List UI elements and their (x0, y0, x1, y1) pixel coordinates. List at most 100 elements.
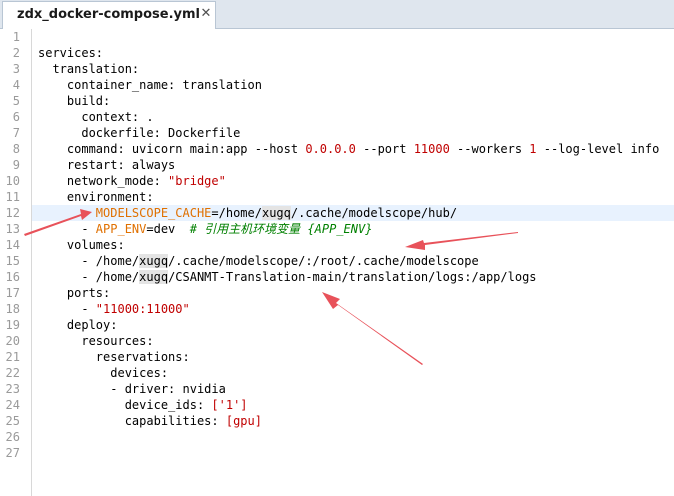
line-number: 24 (5, 398, 20, 412)
code-line[interactable]: translation: (38, 61, 139, 77)
code-token: restart: always (38, 158, 176, 172)
code-line[interactable]: - APP_ENV=dev # 引用主机环境变量 {APP_ENV} (38, 221, 372, 237)
code-token: 0.0.0.0 (305, 142, 356, 156)
code-token: /CSANMT-Translation-main/translation/log… (168, 270, 537, 284)
code-token: device_ids: (38, 398, 212, 412)
code-line[interactable]: device_ids: ['1'] (38, 397, 248, 413)
line-number: 2 (12, 46, 20, 60)
close-icon[interactable]: ✕ (199, 7, 213, 21)
code-token: "bridge" (168, 174, 226, 188)
code-line[interactable]: container_name: translation (38, 77, 262, 93)
line-number: 18 (5, 302, 20, 316)
code-token: # 引用主机环境变量 {APP_ENV} (189, 222, 373, 236)
line-number-gutter: 1 2 3 4 5 6 7 8 9 10 11 12 13 14 15 16 17 18 19 20 21 22 23 24 2… (0, 29, 32, 496)
code-token: xugq (261, 206, 291, 220)
code-line[interactable]: context: . (38, 109, 154, 125)
line-number: 12 (5, 206, 20, 220)
code-token: build: (38, 94, 111, 108)
code-token: xugq (139, 254, 169, 268)
code-line[interactable]: reservations: (38, 349, 190, 365)
code-token: - /home/ (38, 254, 140, 268)
code-line[interactable]: volumes: (38, 237, 125, 253)
code-token: ports: (38, 286, 111, 300)
code-line[interactable]: restart: always (38, 157, 175, 173)
code-token: --port (355, 142, 414, 156)
line-number: 21 (5, 350, 20, 364)
file-tab-label: zdx_docker-compose.yml (17, 7, 201, 22)
code-line[interactable]: resources: (38, 333, 154, 349)
line-number: 22 (5, 366, 20, 380)
code-line[interactable]: deploy: (38, 317, 118, 333)
code-token: network_mode: (38, 174, 169, 188)
line-number: 14 (5, 238, 20, 252)
code-line[interactable]: - /home/xugq/.cache/modelscope/:/root/.c… (38, 253, 479, 269)
code-token: ['1'] (211, 398, 248, 412)
code-token: 11000 (413, 142, 450, 156)
code-token: "11000:11000" (95, 302, 190, 316)
code-token: environment: (38, 190, 154, 204)
code-token: - driver: nvidia (38, 382, 226, 396)
code-token: --log-level info (536, 142, 660, 156)
code-token: =/home/ (211, 206, 262, 220)
code-token: resources: (38, 334, 154, 348)
line-number: 16 (5, 270, 20, 284)
line-number: 17 (5, 286, 20, 300)
line-number: 9 (12, 158, 20, 172)
tab-bar: zdx_docker-compose.yml ✕ (0, 0, 674, 29)
line-number: 10 (5, 174, 20, 188)
line-number: 25 (5, 414, 20, 428)
line-number: 4 (12, 78, 20, 92)
line-number: 13 (5, 222, 20, 236)
code-token: MODELSCOPE_CACHE (95, 206, 212, 220)
code-line[interactable]: command: uvicorn main:app --host 0.0.0.0… (38, 141, 659, 157)
code-line[interactable]: network_mode: "bridge" (38, 173, 226, 189)
line-number: 3 (12, 62, 20, 76)
code-token: - (38, 206, 96, 220)
line-number: 6 (12, 110, 20, 124)
code-line[interactable]: - "11000:11000" (38, 301, 190, 317)
code-token: =dev (146, 222, 190, 236)
code-token: - /home/ (38, 270, 140, 284)
code-line[interactable]: dockerfile: Dockerfile (38, 125, 240, 141)
line-number: 5 (12, 94, 20, 108)
code-token: context: . (38, 110, 154, 124)
code-token: volumes: (38, 238, 125, 252)
line-number: 27 (5, 446, 20, 460)
code-line[interactable]: devices: (38, 365, 168, 381)
code-token: APP_ENV (95, 222, 147, 236)
code-line[interactable]: services: (38, 45, 103, 61)
file-tab[interactable]: zdx_docker-compose.yml ✕ (2, 1, 216, 29)
line-number: 26 (5, 430, 20, 444)
code-line[interactable]: ports: (38, 285, 110, 301)
code-token: [gpu] (225, 414, 262, 428)
code-token: services: (38, 46, 104, 60)
line-number: 23 (5, 382, 20, 396)
line-number: 1 (12, 30, 20, 44)
code-line[interactable]: capabilities: [gpu] (38, 413, 262, 429)
code-token: container_name: translation (38, 78, 262, 92)
code-token: dockerfile: Dockerfile (38, 126, 241, 140)
line-number: 19 (5, 318, 20, 332)
code-line[interactable]: - driver: nvidia (38, 381, 226, 397)
code-line[interactable]: environment: (38, 189, 154, 205)
code-token: capabilities: (38, 414, 226, 428)
code-line[interactable]: build: (38, 93, 110, 109)
code-token: - (38, 302, 96, 316)
code-line[interactable]: - MODELSCOPE_CACHE=/home/xugq/.cache/mod… (38, 205, 457, 221)
line-number: 8 (12, 142, 20, 156)
code-token: 1 (529, 142, 537, 156)
code-token: /.cache/modelscope/:/root/.cache/modelsc… (168, 254, 479, 268)
line-number: 20 (5, 334, 20, 348)
code-token: - (38, 222, 96, 236)
code-token: command: uvicorn main:app --host (38, 142, 306, 156)
code-token: xugq (139, 270, 169, 284)
code-editor[interactable]: 1 2 3 4 5 6 7 8 9 10 11 12 13 14 15 16 17 18 19 20 21 22 23 24 2… (0, 29, 674, 496)
code-token: /.cache/modelscope/hub/ (290, 206, 458, 220)
code-token: translation: (38, 62, 140, 76)
line-number: 15 (5, 254, 20, 268)
code-token: reservations: (38, 350, 190, 364)
code-line[interactable]: - /home/xugq/CSANMT-Translation-main/tra… (38, 269, 537, 285)
code-token: deploy: (38, 318, 118, 332)
line-number: 11 (5, 190, 20, 204)
code-token: --workers (449, 142, 530, 156)
